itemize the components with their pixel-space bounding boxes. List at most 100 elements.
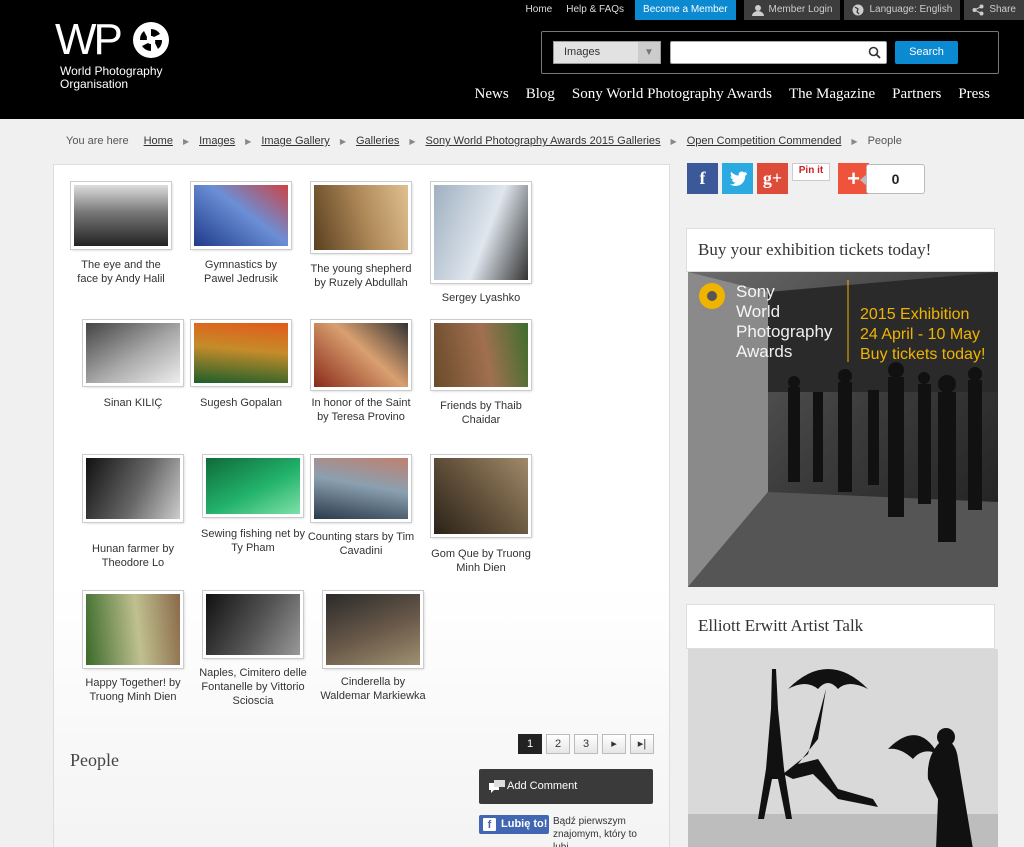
twitter-share-icon[interactable] [722,163,753,194]
comment-icon [489,780,505,793]
gallery-thumbnail[interactable] [431,182,531,283]
promo-line2: World [736,302,781,321]
search-button[interactable]: Search [895,41,958,64]
facebook-like-text: Bądź pierwszym znajomym, który to lubi [553,816,637,847]
breadcrumb-home[interactable]: Home [144,135,173,147]
gallery-thumbnail[interactable] [431,320,531,390]
language-label: Language: English [869,4,953,15]
promo-line4: Awards [736,342,793,361]
search-category-value: Images [564,46,601,58]
nav-news[interactable]: News [475,86,509,103]
breadcrumb-separator-icon: ▶ [670,136,677,146]
gallery-thumbnail[interactable] [83,455,183,522]
nav-swpa[interactable]: Sony World Photography Awards [572,86,772,103]
facebook-like-button[interactable]: f Lubię to! [479,815,549,834]
member-login-label: Member Login [768,4,833,15]
breadcrumb-galleries[interactable]: Galleries [356,135,399,147]
gallery-thumbnail[interactable] [191,320,291,386]
facebook-share-icon[interactable]: f [687,163,718,194]
gallery-thumbnail[interactable] [71,182,171,249]
share-icon [972,4,984,16]
page-1-button[interactable]: 1 [518,734,542,754]
gallery-thumbnail[interactable] [323,591,423,668]
gallery-caption[interactable]: The young shepherd by Ruzely Abdullah [306,262,416,290]
last-page-icon[interactable]: ▸| [630,734,654,754]
breadcrumb-images[interactable]: Images [199,135,235,147]
breadcrumb-commended[interactable]: Open Competition Commended [687,135,842,147]
pinterest-pin-icon[interactable]: Pin it [792,163,830,181]
nav-press[interactable]: Press [958,86,990,103]
page-3-button[interactable]: 3 [574,734,598,754]
topnav-home[interactable]: Home [519,0,560,20]
nav-blog[interactable]: Blog [526,86,555,103]
gallery-thumbnail[interactable] [311,182,411,253]
breadcrumb-prefix: You are here [66,135,129,147]
gallery-caption[interactable]: Naples, Cimitero delle Fontanelle by Vit… [198,666,308,708]
add-comment-button[interactable]: Add Comment [479,769,653,804]
logo-subtitle: World Photography Organisation [60,65,200,91]
gallery-caption[interactable]: Sewing fishing net by Ty Pham [198,527,308,555]
gallery-caption[interactable]: Happy Together! by Truong Minh Dien [78,676,188,704]
breadcrumb-swpa-2015[interactable]: Sony World Photography Awards 2015 Galle… [426,135,661,147]
promo-exhibition-text: 2015 Exhibition 24 April - 10 May Buy ti… [860,305,985,365]
talk-box: Elliott Erwitt Artist Talk [686,604,995,649]
gallery-caption[interactable]: Gymnastics by Pawel Jedrusik [191,258,291,286]
breadcrumb-image-gallery[interactable]: Image Gallery [261,135,329,147]
gallery-caption[interactable]: Friends by Thaib Chaidar [426,399,536,427]
gallery-caption[interactable]: Counting stars by Tim Cavadini [306,530,416,558]
exhibition-title[interactable]: Buy your exhibition tickets today! [698,240,931,260]
gallery-caption[interactable]: Hunan farmer by Theodore Lo [78,542,188,570]
gallery-thumbnail[interactable] [311,320,411,390]
globe-icon [852,4,864,16]
gallery-thumbnail[interactable] [83,591,183,668]
gallery-caption[interactable]: Sugesh Gopalan [186,396,296,410]
twitter-bird-icon [729,171,747,187]
chevron-down-icon: ▼ [638,42,660,63]
gallery-thumbnail[interactable] [191,182,291,249]
promo-sony-text: Sony World Photography Awards [736,282,832,362]
page-2-button[interactable]: 2 [546,734,570,754]
top-nav: Home Help & FAQs Become a Member Member … [519,0,1024,20]
pagination: 1 2 3 ▸ ▸| [518,734,654,754]
gallery-caption[interactable]: The eye and the face by Andy Halil [71,258,171,286]
wpo-logo[interactable]: WP World Photography Organisation [55,18,185,93]
facebook-icon: f [483,818,496,831]
google-plus-share-icon[interactable]: g+ [757,163,788,194]
exhibition-promo-image[interactable]: Sony World Photography Awards 2015 Exhib… [688,272,998,587]
gallery-thumbnail[interactable] [83,320,183,386]
search-input[interactable] [670,41,887,64]
gallery-thumbnail[interactable] [203,455,303,517]
topnav-help[interactable]: Help & FAQs [559,0,631,20]
breadcrumb-separator-icon: ▶ [339,136,346,146]
facebook-like-label: Lubię to! [501,818,548,830]
share-button[interactable]: Share [964,0,1024,20]
share-count: 0 [860,164,925,194]
promo-line5: 2015 Exhibition [860,306,970,323]
nav-partners[interactable]: Partners [892,86,941,103]
language-button[interactable]: Language: English [844,0,961,20]
gallery-caption[interactable]: Cinderella by Waldemar Markiewka [318,675,428,703]
add-comment-label: Add Comment [507,780,578,792]
promo-line7: Buy tickets today! [860,346,986,363]
share-label: Share [989,4,1016,15]
erwitt-photo[interactable] [688,649,998,847]
member-login-button[interactable]: Member Login [743,0,841,20]
talk-title[interactable]: Elliott Erwitt Artist Talk [698,616,863,636]
search-category-select[interactable]: Images ▼ [553,41,661,64]
breadcrumb-separator-icon: ▶ [245,136,252,146]
breadcrumb: You are here Home ▶ Images ▶ Image Galle… [66,135,902,147]
gallery-caption[interactable]: Gom Que by Truong Minh Dien [426,547,536,575]
erwitt-umbrella-photo [688,649,998,847]
logo-aperture-icon [133,22,169,58]
breadcrumb-current: People [867,135,902,147]
gallery-thumbnail[interactable] [431,455,531,537]
gallery-caption[interactable]: Sinan KILIÇ [78,396,188,410]
gallery-caption[interactable]: Sergey Lyashko [431,291,531,305]
become-member-button[interactable]: Become a Member [635,0,736,20]
nav-magazine[interactable]: The Magazine [789,86,875,103]
gallery-thumbnail[interactable] [311,455,411,522]
next-page-icon[interactable]: ▸ [602,734,626,754]
main-nav: News Blog Sony World Photography Awards … [458,86,990,103]
gallery-thumbnail[interactable] [203,591,303,658]
gallery-caption[interactable]: In honor of the Saint by Teresa Provino [306,396,416,424]
